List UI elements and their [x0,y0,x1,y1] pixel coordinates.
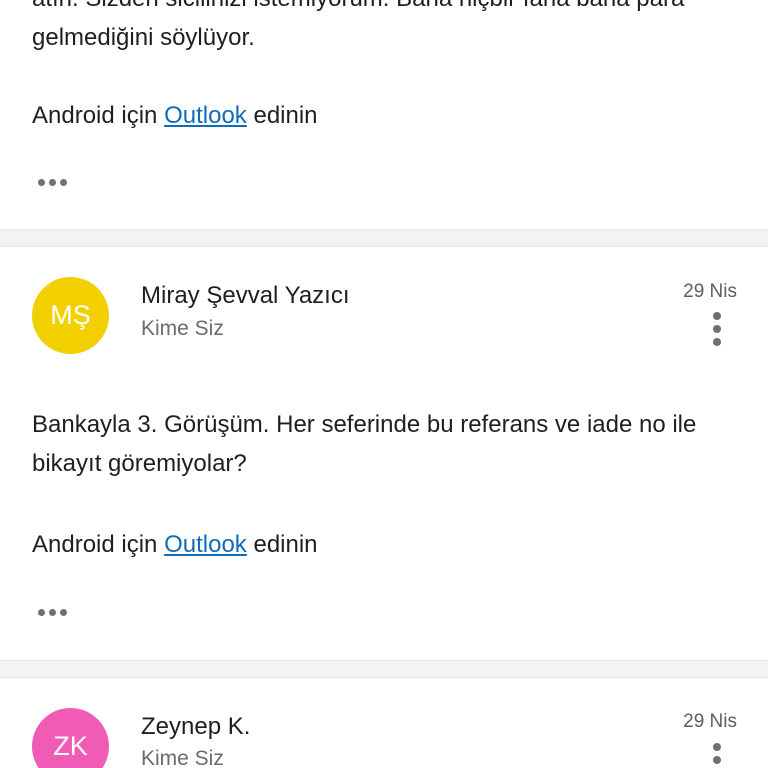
message-separator [0,229,768,247]
sender-name[interactable]: Miray Şevval Yazıcı [141,282,350,310]
show-more-button[interactable] [34,603,74,623]
more-vertical-icon [713,743,721,751]
footer-suffix: edinin [253,531,318,558]
outlook-link[interactable]: Outlook [164,102,247,129]
message-date: 29 Nis [683,711,737,732]
more-vertical-icon [713,756,721,764]
message-body-line: Bankayla 3. Görüşüm. Her seferinde bu re… [32,411,697,438]
message-actions-button[interactable] [710,312,724,348]
avatar-initials: ZK [53,731,88,761]
message-actions-button[interactable] [710,743,724,768]
message-card: atın. Sizden sicilinizi istemiyorum. Ban… [0,0,768,229]
more-horizontal-icon [38,179,45,186]
more-horizontal-icon [49,609,56,616]
footer-prefix: Android için [32,102,158,129]
recipient-line: Kime Siz [141,747,224,768]
message-card: MŞ Miray Şevval Yazıcı Kime Siz 29 Nis B… [0,247,768,660]
more-horizontal-icon [60,179,67,186]
outlook-footer: Android için Outlook edinin [32,526,318,564]
avatar[interactable]: ZK [32,708,109,768]
avatar-initials: MŞ [50,300,91,330]
show-more-button[interactable] [34,173,74,193]
message-body-line: bikayıt göremiyolar? [32,450,247,477]
outlook-link[interactable]: Outlook [164,531,247,558]
recipient-line: Kime Siz [141,317,224,340]
more-vertical-icon [713,338,721,346]
more-horizontal-icon [60,609,67,616]
message-body-line: atın. Sizden sicilinizi istemiyorum. Ban… [32,0,684,18]
more-vertical-icon [713,312,721,320]
outlook-footer: Android için Outlook edinin [32,97,318,135]
avatar[interactable]: MŞ [32,277,109,354]
sender-name[interactable]: Zeynep K. [141,713,250,741]
more-vertical-icon [713,325,721,333]
more-horizontal-icon [38,609,45,616]
message-body-line: gelmediğini söylüyor. [32,24,255,51]
message-date: 29 Nis [683,281,737,302]
footer-suffix: edinin [253,102,318,129]
footer-prefix: Android için [32,531,158,558]
more-horizontal-icon [49,179,56,186]
message-card: ZK Zeynep K. Kime Siz 29 Nis [0,678,768,768]
message-separator [0,660,768,678]
